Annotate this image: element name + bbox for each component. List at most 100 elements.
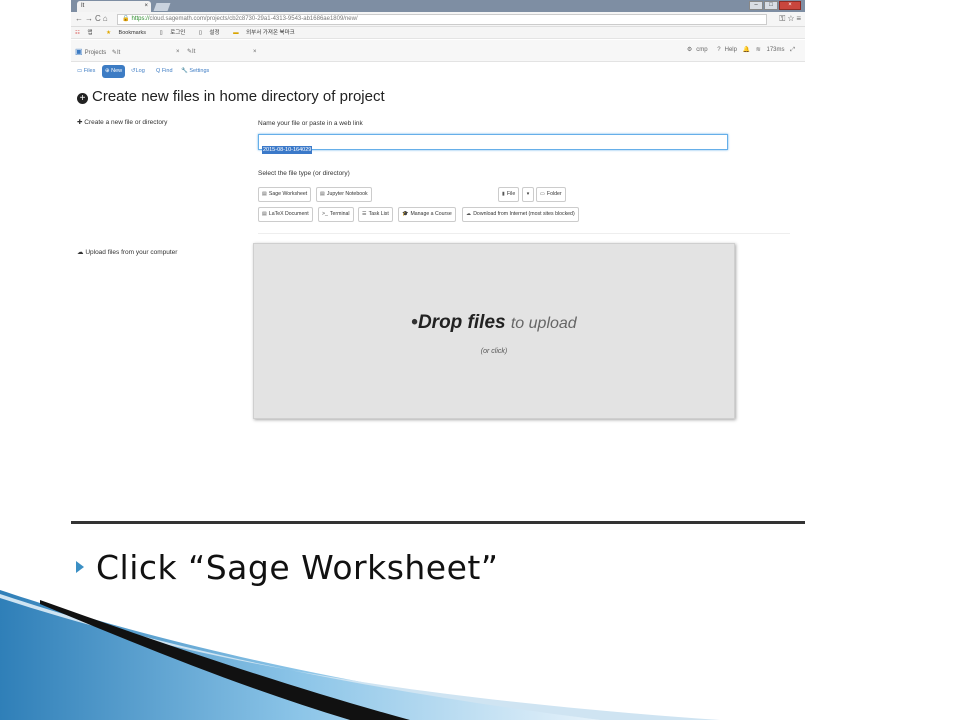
url-text: cloud.sagemath.com/projects/cb2c8730-29a… bbox=[149, 16, 358, 22]
file-button[interactable]: ▮ File bbox=[498, 187, 520, 202]
close-icon[interactable]: × bbox=[144, 1, 148, 12]
jupyter-notebook-button[interactable]: ▤ Jupyter Notebook bbox=[316, 187, 372, 202]
folder-icon: ▭ bbox=[77, 68, 83, 74]
project-nav: ▭ Files ⊕ New ↺Log Q Find 🔧 Settings bbox=[71, 62, 805, 80]
star-icon: ★ bbox=[106, 30, 111, 36]
caption-text: Click “Sage Worksheet” bbox=[96, 548, 499, 587]
upload-dropzone[interactable]: •Drop files to upload (or click) bbox=[253, 243, 735, 419]
file-icon: ▤ bbox=[320, 191, 325, 197]
latex-document-button[interactable]: ▤ LaTeX Document bbox=[258, 207, 313, 222]
graduation-cap-icon: 🎓 bbox=[402, 211, 409, 217]
download-internet-button[interactable]: ☁ Download from Internet (most sites bloc… bbox=[462, 207, 579, 222]
file-name-input[interactable]: 2015-08-10-164029 bbox=[258, 134, 728, 154]
caret-down-icon: ▾ bbox=[526, 191, 530, 197]
window-close-icon[interactable]: × bbox=[779, 1, 801, 10]
url-input[interactable]: 🔒 https://cloud.sagemath.com/projects/cb2… bbox=[117, 14, 767, 25]
window-controls: – □ × bbox=[749, 1, 801, 10]
imported-bookmarks[interactable]: ▬ 외부서 가져온 북마크 bbox=[233, 30, 301, 36]
upload-section-label: ☁ Upload files from your computer bbox=[77, 249, 178, 256]
slide-caption: Click “Sage Worksheet” bbox=[76, 548, 498, 587]
manage-course-button[interactable]: 🎓 Manage a Course bbox=[398, 207, 456, 222]
plus-icon: ✚ bbox=[77, 119, 83, 126]
help-button[interactable]: ? Help bbox=[713, 47, 737, 53]
menu-icon[interactable]: ≡ bbox=[796, 14, 801, 23]
tab-project-it[interactable]: ✎It bbox=[187, 44, 195, 60]
browser-tab[interactable]: It × bbox=[77, 1, 151, 12]
app-tab-bar: ▣ Projects ✎It × ✎It × ⚙ cmp ? Help 🔔 ≋ 173… bbox=[71, 40, 805, 62]
sage-worksheet-button[interactable]: ▤ Sage Worksheet bbox=[258, 187, 312, 202]
back-icon[interactable]: ← bbox=[75, 14, 85, 23]
projects-icon: ▣ bbox=[75, 47, 83, 56]
lock-icon: 🔒 bbox=[122, 16, 130, 22]
dropzone-message: •Drop files to upload bbox=[254, 312, 734, 334]
wrench-icon: 🔧 bbox=[181, 68, 188, 74]
wifi-icon: ≋ bbox=[755, 47, 761, 53]
minimize-icon[interactable]: – bbox=[749, 1, 763, 10]
nav-files[interactable]: ▭ Files bbox=[77, 62, 95, 80]
file-solid-icon: ▮ bbox=[502, 191, 505, 197]
question-icon: ? bbox=[717, 47, 721, 53]
ping-value: 173ms bbox=[766, 47, 785, 53]
nav-find[interactable]: Q Find bbox=[156, 62, 173, 80]
nav-buttons: ←→C⌂ bbox=[75, 14, 110, 23]
folder-icon: ▭ bbox=[540, 191, 545, 197]
nav-log[interactable]: ↺Log bbox=[131, 62, 145, 80]
bookmarks-bar: ☷ 앱 ★ Bookmarks ▯ 로그인 ▯ 설정 ▬ 외부서 가져온 북마크 bbox=[71, 27, 805, 39]
file-name-value: 2015-08-10-164029 bbox=[262, 146, 313, 154]
task-list-button[interactable]: ☰ Task List bbox=[358, 207, 393, 222]
plus-circle-icon: ⊕ bbox=[105, 68, 110, 74]
dropzone-subtext: (or click) bbox=[480, 348, 508, 355]
settings-bookmark[interactable]: ▯ 설정 bbox=[199, 30, 226, 36]
apps-bookmark[interactable]: ☷ 앱 bbox=[75, 30, 99, 36]
app-status: ⚙ cmp ? Help 🔔 ≋ 173ms ⤢ bbox=[679, 46, 795, 54]
page-icon: ▯ bbox=[198, 30, 202, 36]
close-icon[interactable]: × bbox=[253, 49, 257, 55]
login-bookmark[interactable]: ▯ 로그인 bbox=[160, 30, 192, 36]
file-name-label: Name your file or paste in a web link bbox=[258, 120, 363, 127]
maximize-icon[interactable]: □ bbox=[764, 1, 778, 10]
folder-button[interactable]: ▭ Folder bbox=[536, 187, 566, 202]
tab-close[interactable]: × bbox=[176, 44, 180, 60]
nav-settings[interactable]: 🔧 Settings bbox=[181, 62, 209, 80]
corner-swoosh-decoration bbox=[0, 590, 720, 720]
tab-close[interactable]: × bbox=[253, 44, 257, 60]
fullscreen-icon[interactable]: ⤢ bbox=[790, 47, 795, 53]
list-icon: ☰ bbox=[362, 211, 367, 217]
create-section-label: ✚ Create a new file or directory bbox=[77, 119, 168, 126]
folder-icon: ▬ bbox=[233, 30, 239, 36]
home-icon[interactable]: ⌂ bbox=[103, 14, 110, 23]
bookmarks-bookmark[interactable]: ★ Bookmarks bbox=[106, 30, 152, 36]
file-icon: ▤ bbox=[262, 211, 267, 217]
tab-projects[interactable]: ▣ Projects ✎It bbox=[75, 44, 120, 60]
file-dropdown-button[interactable]: ▾ bbox=[522, 187, 534, 202]
plus-circle-icon: + bbox=[77, 93, 88, 104]
close-icon[interactable]: × bbox=[176, 49, 180, 55]
address-bar-row: ←→C⌂ 🔒 https://cloud.sagemath.com/project… bbox=[71, 12, 805, 27]
file-icon: ▤ bbox=[262, 191, 267, 197]
cloud-icon: ☁ bbox=[466, 211, 472, 217]
page-title: + Create new files in home directory of p… bbox=[77, 88, 385, 105]
screenshot-bottom-rule bbox=[71, 521, 805, 524]
reload-icon[interactable]: C bbox=[95, 14, 103, 23]
browser-menu: ⚿ ☆ ≡ bbox=[779, 14, 801, 24]
page-icon: ▯ bbox=[159, 30, 163, 36]
browser-screenshot: It × – □ × ←→C⌂ 🔒 https://cloud.sagemath.… bbox=[71, 0, 805, 524]
dropzone-bold-text: Drop files bbox=[417, 312, 506, 333]
bullet-arrow-icon bbox=[76, 561, 84, 573]
browser-title-bar: It × – □ × bbox=[71, 0, 805, 12]
search-icon: Q bbox=[156, 68, 161, 74]
file-type-label: Select the file type (or directory) bbox=[258, 170, 350, 177]
cmp-button[interactable]: ⚙ cmp bbox=[683, 47, 708, 53]
key-icon[interactable]: ⚿ bbox=[779, 14, 785, 23]
new-tab-button[interactable] bbox=[153, 3, 171, 11]
forward-icon[interactable]: → bbox=[85, 14, 95, 23]
dropzone-light-text: to upload bbox=[510, 315, 577, 332]
browser-tab-title: It bbox=[81, 3, 85, 9]
star-icon[interactable]: ☆ bbox=[788, 14, 795, 23]
nav-new[interactable]: ⊕ New bbox=[102, 65, 126, 78]
apps-icon: ☷ bbox=[75, 30, 80, 36]
dropzone-bullet: • bbox=[411, 312, 418, 333]
terminal-button[interactable]: >_ Terminal bbox=[318, 207, 354, 222]
url-scheme: https:// bbox=[131, 16, 150, 22]
bell-icon[interactable]: 🔔 bbox=[743, 47, 750, 53]
